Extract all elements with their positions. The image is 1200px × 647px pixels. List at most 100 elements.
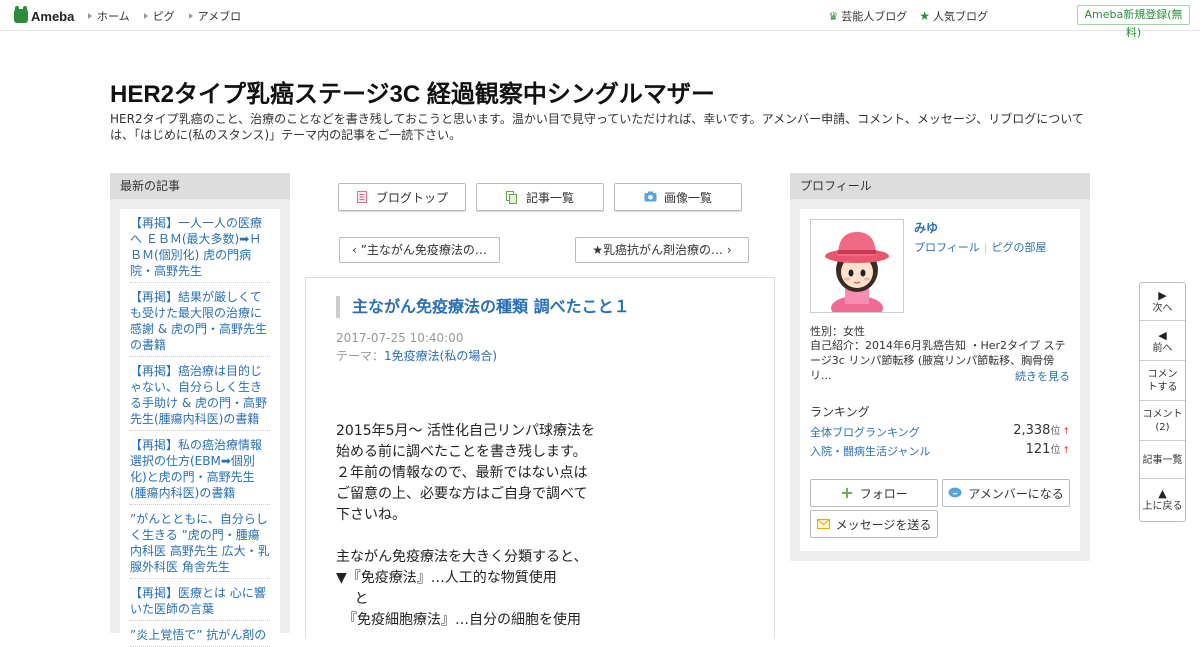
- ameba-logo-text: Ameba: [31, 8, 75, 24]
- link-separator: |: [983, 241, 988, 254]
- comments-label: コメント(2): [1142, 409, 1183, 433]
- write-comment-button[interactable]: コメントする: [1140, 361, 1185, 401]
- follow-label: フォロー: [859, 486, 908, 501]
- blog-top-label: ブログトップ: [375, 190, 448, 205]
- triangle-right-icon: [188, 13, 193, 19]
- prev-article-link[interactable]: ‹ ”主ながん免疫療法の…: [339, 237, 500, 263]
- article-list-label: 記事一覧: [525, 190, 574, 205]
- article-date: 2017-07-25 10:40:00: [336, 331, 464, 345]
- theme-label: テーマ：: [336, 349, 385, 363]
- ranking-unit: 位: [1050, 445, 1061, 456]
- celebrity-blog-label: 芸能人ブログ: [841, 10, 908, 23]
- recent-article-link[interactable]: 【再掲】医療とは 心に響いた医師の言葉: [130, 579, 270, 621]
- recent-articles-heading: 最新の記事: [110, 173, 290, 199]
- play-left-icon: ◀: [1158, 329, 1167, 342]
- nav-pig-label: ピグ: [152, 10, 175, 23]
- image-list-label: 画像一覧: [663, 190, 712, 205]
- arrow-up-icon: ↑: [1062, 446, 1070, 456]
- play-right-icon: ▶: [1158, 289, 1167, 302]
- global-header: Ameba ホーム ピグ アメブロ ♛ 芸能人ブログ ★ 人気ブログ Ameba新規…: [0, 0, 1200, 39]
- nav-home-label: ホーム: [97, 10, 130, 23]
- pages-icon: [505, 191, 518, 204]
- send-message-label: メッセージを送る: [835, 517, 932, 532]
- ranking-row: 入院・闘病生活ジャンル 121位 ↑: [810, 441, 1070, 459]
- nav-ameblo[interactable]: アメブロ: [188, 8, 241, 24]
- recent-articles-list: 【再掲】一人一人の医療へ ＥＢＭ(最大多数)➡ＨＢＭ(個別化) 虎の門病院・高野…: [120, 209, 280, 647]
- recent-articles-panel: 最新の記事 【再掲】一人一人の医療へ ＥＢＭ(最大多数)➡ＨＢＭ(個別化) 虎の…: [110, 173, 290, 647]
- profile-panel: プロフィール みゆ プロフィール | ピグの部屋 性別：女性 自己紹介：2014…: [790, 173, 1090, 561]
- nav-pig[interactable]: ピグ: [143, 8, 175, 24]
- ameba-logo[interactable]: Ameba: [14, 6, 75, 25]
- celebrity-blog-link[interactable]: ♛ 芸能人ブログ: [828, 8, 907, 24]
- article-list-button[interactable]: 記事一覧: [476, 183, 604, 211]
- recent-article-link[interactable]: 【再掲】結果が厳しくても受けた最大限の治療に感謝 & 虎の門・高野先生の書籍: [130, 283, 270, 357]
- back-to-top-button[interactable]: ▲ 上に戻る: [1140, 479, 1185, 521]
- blog-top-button[interactable]: ブログトップ: [338, 183, 466, 211]
- next-button[interactable]: ▶ 次へ: [1140, 283, 1185, 321]
- triangle-up-icon: ▲: [1158, 487, 1167, 500]
- popular-blog-link[interactable]: ★ 人気ブログ: [919, 8, 988, 24]
- article-list-side-button[interactable]: 記事一覧: [1140, 441, 1185, 479]
- prev-button[interactable]: ◀ 前へ: [1140, 321, 1185, 361]
- avatar[interactable]: [810, 219, 904, 313]
- speech-bubble-icon: [948, 487, 962, 499]
- ranking-unit: 位: [1050, 426, 1061, 437]
- read-more-link[interactable]: 続きを見る: [1015, 368, 1070, 384]
- profile-link[interactable]: プロフィール: [914, 241, 980, 254]
- ranking-number: 2,338: [1013, 423, 1051, 438]
- profile-links: プロフィール | ピグの部屋: [914, 239, 1047, 255]
- article-theme: テーマ：1免疫療法(私の場合): [336, 347, 497, 364]
- ranking-category-link[interactable]: 全体ブログランキング: [810, 426, 920, 439]
- envelope-icon: [816, 519, 830, 529]
- ranking-value: 2,338位 ↑: [1013, 422, 1070, 438]
- ranking-value: 121位 ↑: [1026, 441, 1070, 457]
- amember-button[interactable]: アメンバーになる: [942, 479, 1070, 507]
- blog-title[interactable]: HER2タイプ乳癌ステージ3C 経過観察中シングルマザー: [110, 74, 715, 109]
- header-right-links: ♛ 芸能人ブログ ★ 人気ブログ: [816, 8, 988, 24]
- article-body: 2015年5月～ 活性化自己リンパ球療法を 始める前に調べたことを書き残します。…: [336, 423, 595, 628]
- send-message-button[interactable]: メッセージを送る: [810, 510, 938, 538]
- next-article-label: ★乳癌抗がん剤治療の…: [592, 243, 724, 257]
- article-title[interactable]: 主ながん免疫療法の種類 調べたこと１: [336, 296, 630, 318]
- global-nav: ホーム ピグ アメブロ: [88, 8, 255, 24]
- comments-button[interactable]: コメント(2): [1140, 401, 1185, 441]
- ranking-category-link[interactable]: 入院・闘病生活ジャンル: [810, 445, 930, 458]
- amember-label: アメンバーになる: [968, 486, 1064, 501]
- ranking-heading: ランキング: [810, 405, 870, 419]
- prev-label: 前へ: [1152, 343, 1173, 354]
- recent-article-link[interactable]: 【再掲】私の癌治療情報選択の仕方(EBM➡個別化)と虎の門・高野先生(腫瘍内科医…: [130, 431, 270, 505]
- ranking-number: 121: [1025, 442, 1051, 457]
- recent-article-link[interactable]: 【再掲】癌治療は目的じゃない、自分らしく生きる手助け & 虎の門・高野先生(腫瘍…: [130, 357, 270, 431]
- document-icon: [356, 191, 368, 203]
- profile-name[interactable]: みゆ: [914, 219, 938, 236]
- popular-blog-label: 人気ブログ: [933, 10, 988, 23]
- chevron-left-icon: ‹: [352, 243, 361, 257]
- article: 主ながん免疫療法の種類 調べたこと１ 2017-07-25 10:40:00 テ…: [305, 277, 775, 638]
- blog-description: HER2タイプ乳癌のこと、治療のことなどを書き残しておこうと思います。温かい目で…: [110, 112, 1084, 142]
- floating-nav: ▶ 次へ ◀ 前へ コメントする コメント(2) 記事一覧 ▲ 上に戻る: [1139, 282, 1186, 522]
- plus-icon: +: [840, 483, 854, 502]
- recent-article-link[interactable]: ”炎上覚悟で” 抗がん剤の: [130, 621, 270, 647]
- nav-home[interactable]: ホーム: [88, 8, 130, 24]
- avatar-image: [811, 220, 903, 312]
- signup-button[interactable]: Ameba新規登録(無料): [1077, 5, 1190, 39]
- ranking-row: 全体ブログランキング 2,338位 ↑: [810, 422, 1070, 440]
- article-list-side-label: 記事一覧: [1142, 455, 1183, 466]
- follow-button[interactable]: + フォロー: [810, 479, 938, 507]
- profile-gender: 性別：女性: [810, 325, 865, 338]
- ameba-logo-icon: [14, 6, 28, 23]
- camera-icon: [644, 191, 657, 203]
- triangle-right-icon: [143, 13, 148, 19]
- star-icon: ★: [919, 9, 930, 23]
- next-label: 次へ: [1152, 303, 1173, 314]
- crown-icon: ♛: [828, 9, 839, 23]
- profile-content: みゆ プロフィール | ピグの部屋 性別：女性 自己紹介：2014年6月乳癌告知 ・…: [800, 209, 1080, 551]
- theme-link[interactable]: 1免疫療法(私の場合): [384, 349, 497, 363]
- recent-article-link[interactable]: 【再掲】一人一人の医療へ ＥＢＭ(最大多数)➡ＨＢＭ(個別化) 虎の門病院・高野…: [130, 209, 270, 283]
- pig-room-link[interactable]: ピグの部屋: [992, 241, 1047, 254]
- image-list-button[interactable]: 画像一覧: [614, 183, 742, 211]
- profile-heading: プロフィール: [790, 173, 1090, 199]
- triangle-right-icon: [88, 13, 92, 19]
- next-article-link[interactable]: ★乳癌抗がん剤治療の… ›: [575, 237, 749, 263]
- recent-article-link[interactable]: ”がんとともに、自分らしく生きる ”虎の門・腫瘍内科医 高野先生 広大・乳腺外科…: [130, 505, 270, 579]
